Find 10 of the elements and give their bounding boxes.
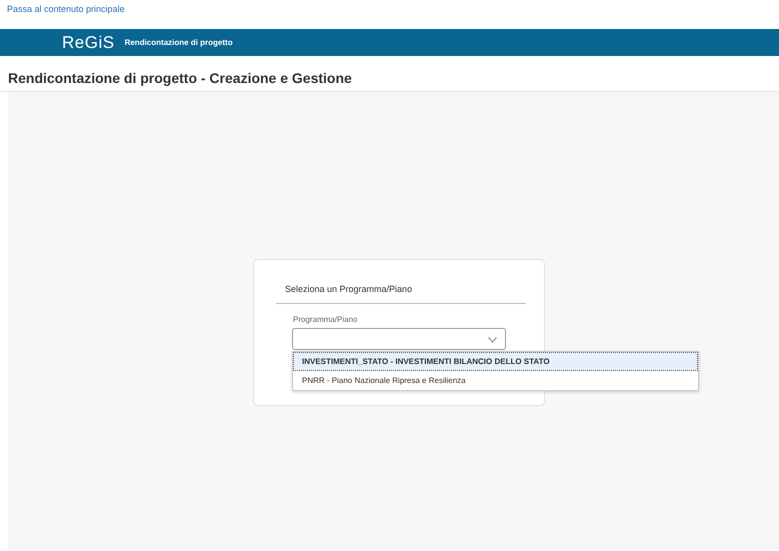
skip-link[interactable]: Passa al contenuto principale (7, 4, 125, 14)
dropdown-option[interactable]: INVESTIMENTI_STATO - INVESTIMENTI BILANCIO DELLO STATO (293, 352, 698, 371)
field-label: Programma/Piano (293, 315, 358, 324)
program-dropdown[interactable] (292, 328, 506, 350)
card-title: Seleziona un Programma/Piano (285, 284, 412, 294)
logo: ReGiS (62, 32, 115, 52)
page-title: Rendicontazione di progetto - Creazione e Gestione (8, 70, 352, 86)
chevron-down-icon (488, 337, 497, 343)
dropdown-option[interactable]: PNRR - Piano Nazionale Ripresa e Resilienza (293, 371, 698, 390)
app-title: Rendicontazione di progetto (124, 38, 233, 47)
